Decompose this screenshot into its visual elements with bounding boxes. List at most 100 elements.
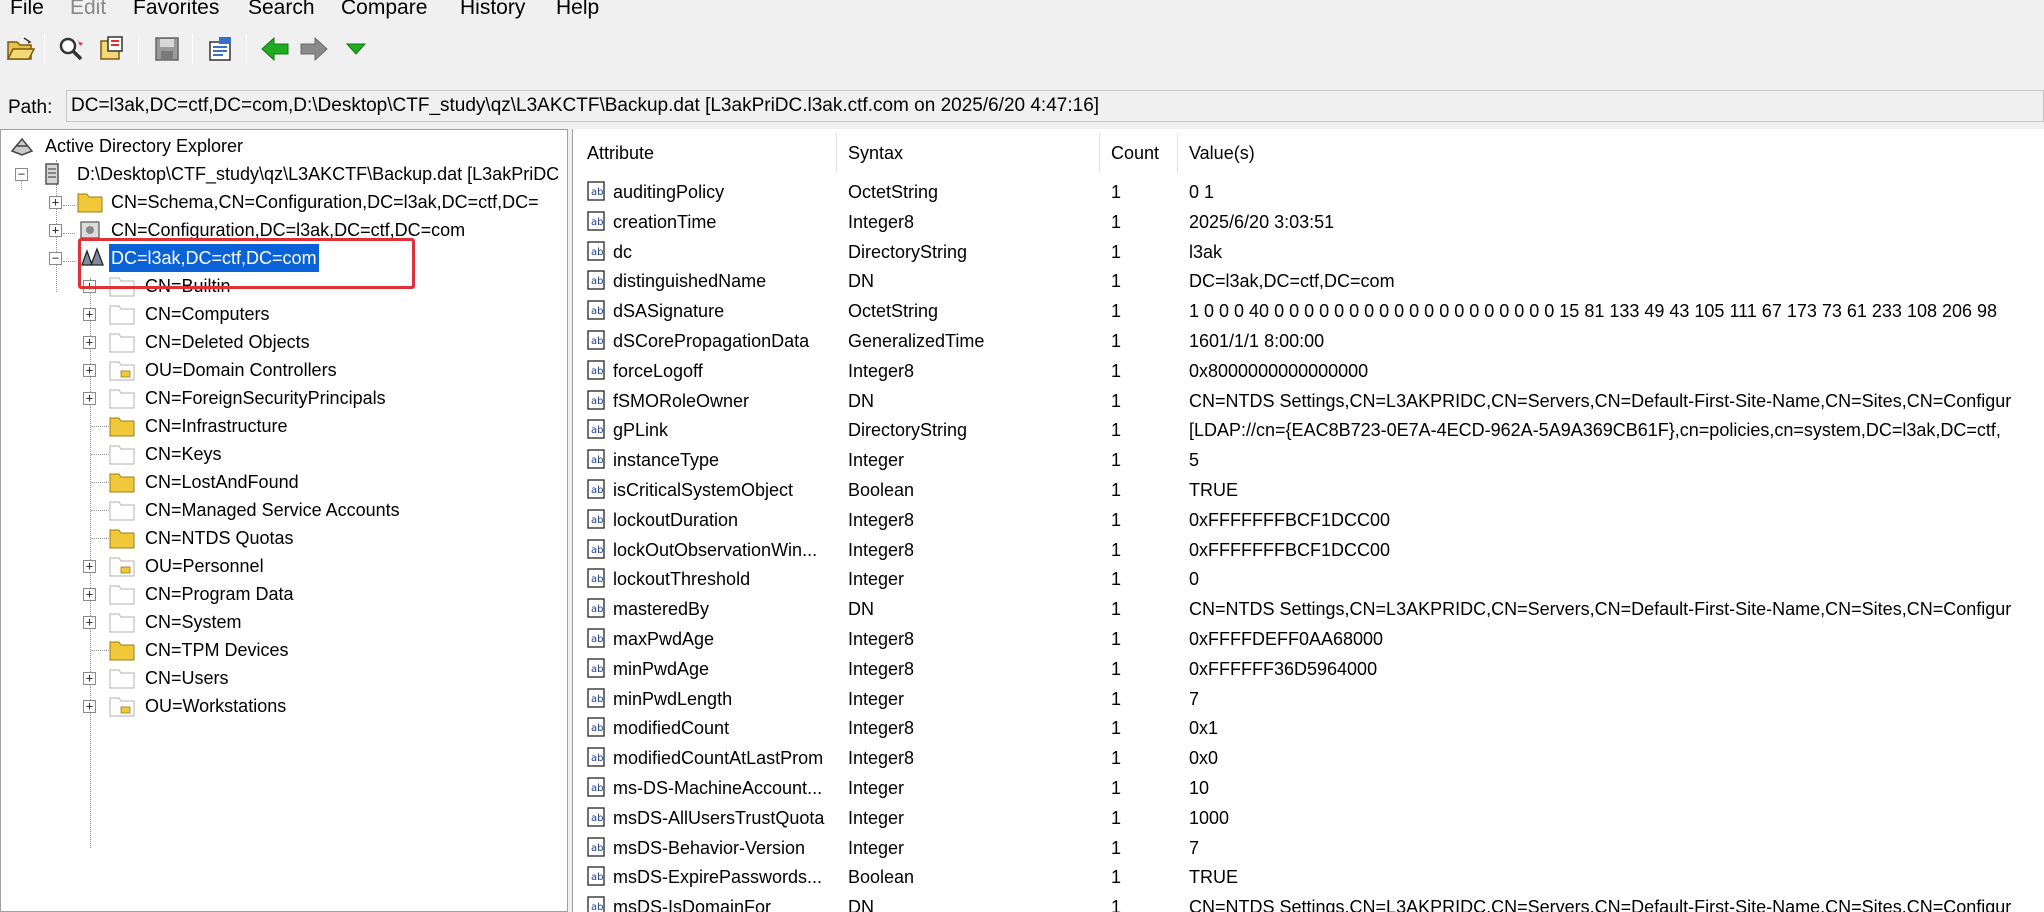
svg-text:ab: ab: [591, 455, 603, 466]
expand-icon[interactable]: +: [83, 700, 96, 713]
tree-item[interactable]: + CN=Program Data: [1, 580, 561, 608]
tree-item[interactable]: + OU=Domain Controllers: [1, 356, 561, 384]
tree-item[interactable]: CN=LostAndFound: [1, 468, 561, 496]
tree-item[interactable]: + CN=Deleted Objects: [1, 328, 561, 356]
table-row[interactable]: ab minPwdLength Integer 1 7: [573, 684, 2044, 714]
expand-icon[interactable]: +: [83, 308, 96, 321]
table-row[interactable]: ab msDS-AllUsersTrustQuota Integer 1 1000: [573, 803, 2044, 833]
attribute-icon: ab: [587, 449, 605, 469]
expand-icon[interactable]: +: [49, 196, 62, 209]
table-row[interactable]: ab lockOutObservationWin... Integer8 1 0xFFF…: [573, 535, 2044, 565]
attribute-name: dSASignature: [613, 301, 725, 322]
search-icon[interactable]: [54, 32, 88, 66]
tree-snapshot[interactable]: − D:\Desktop\CTF_study\qz\L3AKCTF\Backup…: [1, 160, 561, 188]
tree-item-schema[interactable]: + CN=Schema,CN=Configuration,DC=l3ak,DC=…: [1, 188, 561, 216]
column-header-values[interactable]: Value(s): [1189, 143, 1255, 164]
tree-item[interactable]: CN=TPM Devices: [1, 636, 561, 664]
table-row[interactable]: ab masteredBy DN 1 CN=NTDS Settings,CN=L3AKP…: [573, 594, 2044, 624]
expand-icon[interactable]: +: [83, 616, 96, 629]
tree-item[interactable]: + OU=Workstations: [1, 692, 561, 720]
tree-item[interactable]: + CN=Computers: [1, 300, 561, 328]
menu-edit[interactable]: Edit: [70, 0, 106, 20]
attribute-name: fSMORoleOwner: [613, 390, 750, 411]
attribute-value: 0xFFFFFFFBCF1DCC00: [1189, 539, 1391, 560]
save-icon[interactable]: [150, 32, 184, 66]
table-row[interactable]: ab dSCorePropagationData GeneralizedTime 1 1…: [573, 326, 2044, 356]
tree-item[interactable]: CN=Keys: [1, 440, 561, 468]
properties-icon[interactable]: [204, 32, 238, 66]
attribute-count: 1: [1111, 569, 1122, 590]
expand-icon[interactable]: +: [83, 392, 96, 405]
svg-text:ab: ab: [591, 306, 603, 317]
table-row[interactable]: ab lockoutDuration Integer8 1 0xFFFFFFFBCF1D…: [573, 505, 2044, 535]
table-row[interactable]: ab modifiedCount Integer8 1 0x1: [573, 713, 2044, 743]
table-row[interactable]: ab msDS-IsDomainFor DN 1 CN=NTDS Settings,CN…: [573, 892, 2044, 912]
column-header-attribute[interactable]: Attribute: [587, 143, 654, 164]
find-object-icon[interactable]: [95, 32, 129, 66]
tree-item[interactable]: + OU=Personnel: [1, 552, 561, 580]
attribute-count: 1: [1111, 182, 1122, 202]
table-row[interactable]: ab creationTime Integer8 1 2025/6/20 3:03:51: [573, 207, 2044, 237]
tree-root[interactable]: Active Directory Explorer: [1, 132, 561, 160]
table-row[interactable]: ab modifiedCountAtLastProm Integer8 1 0x0: [573, 743, 2044, 773]
table-row[interactable]: ab instanceType Integer 1 5: [573, 445, 2044, 475]
expand-icon[interactable]: +: [83, 364, 96, 377]
attribute-value: 0 1: [1189, 182, 1215, 202]
dropdown-arrow-icon[interactable]: [339, 32, 373, 66]
collapse-icon[interactable]: −: [49, 252, 62, 265]
tree-item[interactable]: + CN=Users: [1, 664, 561, 692]
table-row[interactable]: ab lockoutThreshold Integer 1 0: [573, 564, 2044, 594]
menu-compare[interactable]: Compare: [341, 0, 427, 20]
table-row[interactable]: ab auditingPolicy OctetString 1 0 1: [573, 177, 2044, 207]
forward-arrow-icon[interactable]: [297, 32, 331, 66]
table-row[interactable]: ab msDS-ExpirePasswords... Boolean 1 TRUE: [573, 862, 2044, 892]
table-row[interactable]: ab fSMORoleOwner DN 1 CN=NTDS Settings,CN=L3…: [573, 386, 2044, 416]
expand-icon[interactable]: +: [49, 224, 62, 237]
table-row[interactable]: ab ms-DS-MachineAccount... Integer 1 10: [573, 773, 2044, 803]
menu-search[interactable]: Search: [248, 0, 315, 20]
back-arrow-icon[interactable]: [258, 32, 292, 66]
tree-item[interactable]: CN=Infrastructure: [1, 412, 561, 440]
organizational-unit-icon: [109, 557, 135, 577]
attribute-list[interactable]: Attribute Syntax Count Value(s) ab auditi…: [572, 129, 2044, 912]
collapse-icon[interactable]: −: [15, 168, 28, 181]
attribute-count: 1: [1111, 897, 1122, 912]
table-row[interactable]: ab maxPwdAge Integer8 1 0xFFFFDEFF0AA68000: [573, 624, 2044, 654]
table-row[interactable]: ab minPwdAge Integer8 1 0xFFFFFF36D5964000: [573, 654, 2044, 684]
expand-icon[interactable]: +: [83, 588, 96, 601]
tree-item[interactable]: CN=NTDS Quotas: [1, 524, 561, 552]
attribute-icon: ab: [587, 866, 605, 887]
svg-text:ab: ab: [591, 396, 603, 407]
attribute-name: msDS-ExpirePasswords...: [613, 867, 823, 888]
tree-item[interactable]: + CN=ForeignSecurityPrincipals: [1, 384, 561, 412]
tree-item[interactable]: + CN=System: [1, 608, 561, 636]
column-header-count[interactable]: Count: [1111, 143, 1159, 164]
column-header-syntax[interactable]: Syntax: [848, 143, 903, 164]
container-icon: [109, 445, 135, 465]
attribute-count: 1: [1111, 480, 1122, 500]
expand-icon[interactable]: +: [83, 336, 96, 349]
attribute-icon: ab: [587, 687, 605, 708]
table-row[interactable]: ab gPLink DirectoryString 1 [LDAP://cn={EAC8…: [573, 415, 2044, 445]
menu-history[interactable]: History: [460, 0, 525, 20]
svg-text:ab: ab: [591, 574, 603, 585]
table-row[interactable]: ab dSASignature OctetString 1 1 0 0 0 40 0 0…: [573, 296, 2044, 326]
attribute-icon: ab: [587, 330, 605, 350]
path-field[interactable]: DC=l3ak,DC=ctf,DC=com,D:\Desktop\CTF_stu…: [66, 90, 2044, 122]
list-header: Attribute Syntax Count Value(s): [573, 129, 2044, 177]
menu-favorites[interactable]: Favorites: [133, 0, 219, 20]
menu-help[interactable]: Help: [556, 0, 599, 20]
table-row[interactable]: ab msDS-Behavior-Version Integer 1 7: [573, 833, 2044, 863]
open-folder-icon[interactable]: [4, 32, 38, 66]
table-row[interactable]: ab isCriticalSystemObject Boolean 1 TRUE: [573, 475, 2044, 505]
table-row[interactable]: ab distinguishedName DN 1 DC=l3ak,DC=ctf,DC=…: [573, 266, 2044, 296]
expand-icon[interactable]: +: [83, 560, 96, 573]
tree-item[interactable]: CN=Managed Service Accounts: [1, 496, 561, 524]
attribute-count: 1: [1111, 837, 1122, 858]
menu-file[interactable]: File: [10, 0, 44, 20]
tree-item-label: OU=Domain Controllers: [145, 360, 337, 380]
table-row[interactable]: ab dc DirectoryString 1 l3ak: [573, 237, 2044, 267]
attribute-value: 7: [1189, 688, 1200, 709]
table-row[interactable]: ab forceLogoff Integer8 1 0x8000000000000000: [573, 356, 2044, 386]
expand-icon[interactable]: +: [83, 672, 96, 685]
